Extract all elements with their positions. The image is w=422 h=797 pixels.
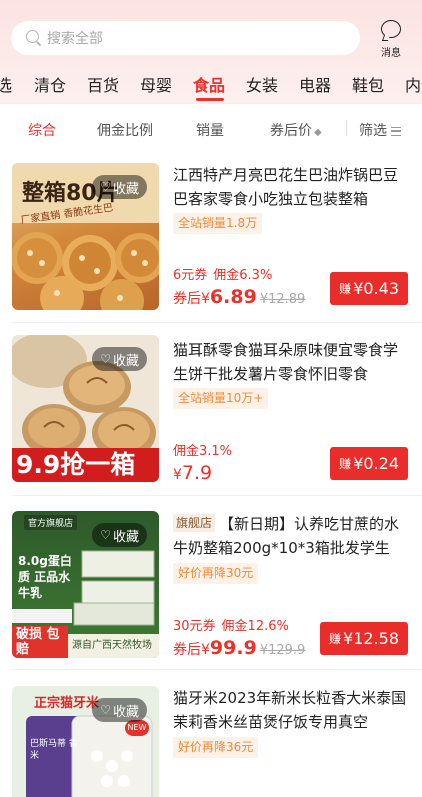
price-drop-tag: 好价再降36元: [173, 737, 259, 758]
product-image: 官方旗舰店 8.0g蛋白质 正品水牛乳 破损 包赔 源自广西天然牧场 ♡ 收藏: [12, 511, 159, 658]
earn-prefix: 赚: [329, 632, 342, 646]
coupon-info: 30元券 佣金12.6%: [173, 615, 295, 634]
tab-category[interactable]: 电器: [299, 72, 331, 96]
price-value: 99.9: [209, 637, 257, 659]
earn-prefix: 赚: [339, 457, 352, 471]
earn-button[interactable]: 赚 ¥0.43: [330, 272, 408, 305]
heart-icon: ♡: [100, 180, 111, 194]
product-card[interactable]: 正宗猫牙米 巴斯马蒂 香米 NEW ♡ 收藏 猫牙米2023年新米长粒香大米泰国茉…: [0, 670, 422, 797]
image-headline: 8.0g蛋白质 正品水牛乳: [18, 554, 72, 600]
product-image: 整箱80片 厂家直销 香脆花生巴 ♡ 收藏: [12, 163, 159, 310]
image-bottom-right: 源自广西天然牧场: [68, 634, 159, 658]
favorite-label: 收藏: [112, 181, 139, 197]
sort-sales[interactable]: 销量: [196, 120, 224, 140]
product-card[interactable]: 9.9抢一箱 ♡ 收藏 猫耳酥零食猫耳朵原味便宜零食学生饼干批发薯片零食怀旧零食 …: [0, 323, 422, 496]
shop-tag: 旗舰店: [173, 514, 216, 532]
sort-price-label: 券后价: [270, 123, 312, 139]
message-label: 消息: [381, 48, 401, 59]
coupon-info: 6元券 佣金6.3%: [173, 264, 278, 283]
price: 券后¥99.9 ¥129.9: [173, 637, 305, 659]
search-icon: [25, 29, 43, 47]
commission-rate: 佣金3.1%: [173, 444, 233, 459]
coupon-value: 6元券: [173, 268, 208, 283]
product-card[interactable]: 官方旗舰店 8.0g蛋白质 正品水牛乳 破损 包赔 源自广西天然牧场 ♡ 收藏 旗…: [0, 496, 422, 670]
currency: ¥: [201, 291, 210, 307]
commission-rate: 佣金6.3%: [213, 268, 273, 283]
category-tabs: 选 清仓 百货 母婴 食品 女装 电器 鞋包 内: [0, 70, 422, 100]
filter-label: 筛选: [359, 123, 387, 139]
message-icon: [381, 20, 401, 38]
image-headline: 正宗猫牙米: [34, 696, 100, 711]
tab-category[interactable]: 百货: [87, 72, 119, 96]
favorite-button[interactable]: ♡ 收藏: [92, 698, 147, 722]
filter-button[interactable]: 筛选: [359, 120, 401, 140]
active-tab-underline: [196, 98, 224, 101]
product-card[interactable]: 整箱80片 厂家直销 香脆花生巴 ♡ 收藏 江西特产月亮巴花生巴油炸锅巴豆巴客家零…: [0, 151, 422, 323]
product-title: 江西特产月亮巴花生巴油炸锅巴豆巴客家零食小吃独立包装整箱: [173, 166, 399, 208]
sort-bar: 综合 佣金比例 销量 券后价 ◆ 筛选: [0, 103, 422, 151]
favorite-button[interactable]: ♡ 收藏: [92, 523, 147, 547]
filter-icon: [391, 126, 401, 136]
heart-icon: ♡: [100, 352, 111, 366]
coupon-value: 30元券: [173, 619, 216, 634]
product-image: 9.9抢一箱 ♡ 收藏: [12, 335, 159, 482]
earn-value: ¥0.43: [353, 279, 399, 298]
earn-value: ¥12.58: [343, 629, 399, 648]
original-price: ¥12.89: [259, 292, 306, 307]
message-button[interactable]: 消息: [373, 20, 409, 60]
sort-commission[interactable]: 佣金比例: [97, 120, 153, 140]
product-title: 旗舰店 【新日期】认养吃甘蔗的水牛奶整箱200g*10*3箱批发学生: [173, 512, 409, 560]
search-placeholder: 搜索全部: [47, 31, 103, 47]
earn-value: ¥0.24: [353, 454, 399, 473]
tab-category[interactable]: 内: [405, 72, 421, 96]
price-drop-tag: 好价再降30元: [173, 563, 259, 584]
product-title: 猫耳酥零食猫耳朵原味便宜零食学生饼干批发薯片零食怀旧零食: [173, 341, 399, 383]
favorite-label: 收藏: [112, 353, 139, 369]
currency: ¥: [201, 642, 210, 658]
sort-comprehensive[interactable]: 综合: [28, 120, 56, 140]
favorite-button[interactable]: ♡ 收藏: [92, 347, 147, 371]
price-value: 7.9: [181, 462, 213, 484]
sales-tag: 全站销量1.8万: [173, 213, 263, 234]
price: ¥7.9: [173, 462, 212, 484]
tab-category-active[interactable]: 食品: [193, 72, 225, 96]
divider: [346, 120, 347, 136]
sales-tag: 全站销量10万+: [173, 388, 269, 409]
image-banner: 9.9抢一箱: [12, 448, 159, 482]
tab-category[interactable]: 母婴: [140, 72, 172, 96]
favorite-label: 收藏: [112, 704, 139, 720]
price-prefix: 券后: [173, 291, 201, 307]
favorite-button[interactable]: ♡ 收藏: [92, 175, 147, 199]
tab-category[interactable]: 鞋包: [352, 72, 384, 96]
tab-category[interactable]: 女装: [246, 72, 278, 96]
tab-category[interactable]: 选: [0, 72, 12, 96]
currency: ¥: [173, 467, 182, 483]
earn-button[interactable]: 赚 ¥0.24: [330, 447, 408, 480]
product-title: 猫牙米2023年新米长粒香大米泰国茉莉香米丝苗煲仔饭专用真空: [173, 689, 407, 731]
sort-arrows-icon: ◆: [314, 127, 322, 138]
sort-price[interactable]: 券后价 ◆: [270, 120, 322, 140]
commission-rate: 佣金12.6%: [221, 619, 289, 634]
price: 券后¥6.89 ¥12.89: [173, 286, 305, 308]
image-badge: 官方旗舰店: [24, 515, 78, 530]
heart-icon: ♡: [100, 528, 111, 542]
earn-button[interactable]: 赚 ¥12.58: [320, 622, 408, 655]
earn-prefix: 赚: [339, 282, 352, 296]
coupon-info: 佣金3.1%: [173, 440, 238, 459]
new-badge: NEW: [125, 720, 149, 736]
heart-icon: ♡: [100, 703, 111, 717]
search-input[interactable]: 搜索全部: [11, 21, 360, 55]
image-bottom-left: 破损 包赔: [12, 626, 68, 658]
price-prefix: 券后: [173, 642, 201, 658]
original-price: ¥129.9: [259, 643, 306, 658]
favorite-label: 收藏: [112, 529, 139, 545]
image-pack-label: 巴斯马蒂 香米: [30, 739, 78, 761]
tab-category[interactable]: 清仓: [34, 72, 66, 96]
product-image: 正宗猫牙米 巴斯马蒂 香米 NEW ♡ 收藏: [12, 686, 159, 797]
price-value: 6.89: [209, 286, 257, 308]
